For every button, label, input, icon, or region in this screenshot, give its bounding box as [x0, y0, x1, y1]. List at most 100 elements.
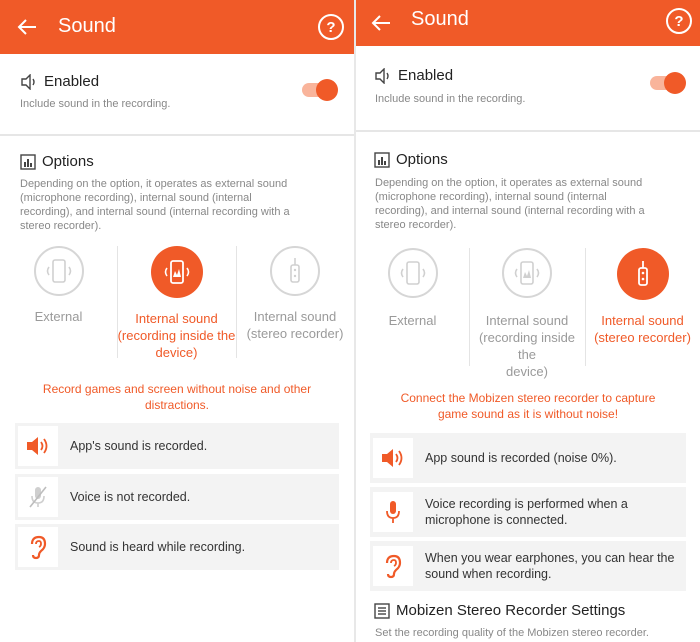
enabled-sub: Include sound in the recording.: [375, 93, 526, 105]
mode-label: Internal sound (recording inside the dev…: [117, 310, 236, 361]
promo-line: game sound as it is without noise!: [437, 407, 619, 421]
mic-icon-box: [373, 492, 413, 532]
right-screen: Sound ? Enabled Include sound in the rec…: [356, 0, 700, 642]
feature-text: Voice is not recorded.: [70, 489, 190, 505]
mode-label: Internal sound (recording inside the dev…: [469, 312, 585, 380]
stereo-recorder-icon: [270, 246, 320, 296]
mode-label-line: Internal sound: [485, 313, 569, 328]
feature-line: App's sound is recorded.: [70, 439, 208, 453]
promo-line: Connect the Mobizen stereo recorder to c…: [400, 391, 656, 405]
feature-line: App sound is recorded (noise 0%).: [425, 451, 617, 465]
mic-off-icon-box: [18, 477, 58, 517]
mode-external[interactable]: External: [356, 248, 469, 329]
feature-line: Sound is heard while recording.: [70, 540, 246, 554]
speaker-icon: [27, 437, 48, 455]
phone-sound-icon: [33, 246, 84, 296]
ear-icon-box: [18, 527, 58, 567]
options-icon: [374, 151, 390, 168]
mode-stereo-recorder[interactable]: Internal sound (stereo recorder): [585, 248, 700, 346]
feature-line: When you wear earphones, you can hear th…: [425, 551, 675, 565]
mode-selector: External Internal sound (recording insid…: [356, 248, 700, 379]
desc-line: (microphone recording), internal sound (…: [375, 191, 607, 203]
desc-line: recording), and internal sound (internal…: [20, 206, 290, 218]
feature-row-app-sound: App sound is recorded (noise 0%).: [370, 433, 686, 483]
feature-line: sound when recording.: [425, 567, 552, 581]
mode-label: Internal sound (stereo recorder): [236, 308, 354, 342]
enabled-toggle[interactable]: [302, 79, 338, 101]
mode-internal-device[interactable]: Internal sound (recording inside the dev…: [469, 248, 585, 380]
speaker-icon-box: [373, 438, 413, 478]
feature-text: Sound is heard while recording.: [70, 539, 245, 555]
stereo-settings-row[interactable]: Mobizen Stereo Recorder Settings: [374, 602, 625, 619]
promo-text: Connect the Mobizen stereo recorder to c…: [366, 390, 690, 422]
options-header: Options: [374, 151, 448, 168]
mic-off-icon: [29, 486, 47, 508]
options-description: Depending on the option, it operates as …: [375, 176, 645, 232]
feature-text: Voice recording is performed when a micr…: [425, 496, 628, 528]
ear-icon-box: [373, 546, 413, 586]
options-icon: [20, 153, 36, 170]
desc-line: recording), and internal sound (internal…: [375, 205, 645, 217]
mode-internal-device[interactable]: Internal sound (recording inside the dev…: [117, 246, 236, 361]
enabled-row: Enabled: [20, 73, 99, 90]
stereo-recorder-icon: [616, 248, 669, 300]
feature-row-hearing: When you wear earphones, you can hear th…: [370, 541, 686, 591]
mode-label: External: [356, 312, 469, 329]
back-button[interactable]: [364, 0, 398, 46]
help-button[interactable]: ?: [666, 8, 692, 34]
desc-line: stereo recorder).: [375, 219, 457, 231]
mode-label-line: External: [388, 313, 437, 328]
feature-line: microphone is connected.: [425, 513, 568, 527]
mode-label-line: device): [155, 345, 198, 360]
mode-label: External: [0, 308, 117, 325]
feature-row-voice: Voice recording is performed when a micr…: [370, 487, 686, 537]
feature-row-app-sound: App's sound is recorded.: [15, 423, 339, 469]
enabled-label: Enabled: [398, 67, 454, 84]
mode-label-line: Internal sound: [253, 309, 337, 324]
help-button[interactable]: ?: [318, 14, 344, 40]
desc-line: Depending on the option, it operates as …: [20, 178, 288, 190]
mode-label-line: External: [34, 309, 83, 324]
phone-sound-icon: [387, 248, 438, 298]
mode-stereo-recorder[interactable]: Internal sound (stereo recorder): [236, 246, 354, 342]
volume-icon: [375, 67, 389, 84]
app-bar: Sound ?: [356, 0, 700, 46]
back-arrow-icon: [371, 15, 390, 31]
options-description: Depending on the option, it operates as …: [20, 177, 290, 233]
desc-line: stereo recorder).: [20, 220, 102, 232]
promo-text: Record games and screen without noise an…: [14, 381, 340, 413]
mode-label-line: (stereo recorder): [594, 330, 691, 345]
back-arrow-icon: [17, 19, 36, 35]
toggle-knob: [316, 79, 338, 101]
back-button[interactable]: [10, 0, 44, 54]
desc-line: (microphone recording), internal sound (…: [20, 192, 252, 204]
feature-line: Voice recording is performed when a: [425, 497, 628, 511]
feature-line: Voice is not recorded.: [70, 490, 191, 504]
enabled-toggle[interactable]: [650, 72, 686, 94]
enabled-label: Enabled: [44, 73, 100, 90]
toggle-knob: [664, 72, 686, 94]
options-label: Options: [42, 153, 94, 170]
page-title: Sound: [411, 8, 469, 30]
stereo-settings-label: Mobizen Stereo Recorder Settings: [396, 602, 626, 619]
mode-label-line: (stereo recorder): [246, 326, 344, 341]
stereo-settings-sub: Set the recording quality of the Mobizen…: [375, 627, 649, 639]
phone-sound-icon: [502, 248, 552, 298]
mode-label-line: device): [506, 364, 548, 379]
ear-icon: [30, 535, 47, 560]
feature-text: When you wear earphones, you can hear th…: [425, 550, 674, 582]
mode-label-line: Internal sound: [601, 313, 684, 328]
feature-row-hearing: Sound is heard while recording.: [15, 524, 339, 570]
promo-line: Record games and screen without noise an…: [42, 382, 312, 396]
speaker-icon: [382, 449, 403, 467]
list-settings-icon: [374, 602, 390, 619]
help-icon: ?: [326, 18, 336, 36]
mode-label-line: Internal sound: [135, 311, 218, 326]
mode-external[interactable]: External: [0, 246, 117, 325]
mic-icon: [386, 501, 400, 523]
options-label: Options: [396, 151, 448, 168]
left-screen: Sound ? Enabled Include sound in the rec…: [0, 0, 354, 642]
divider: [356, 130, 700, 132]
app-bar: Sound ?: [0, 0, 354, 54]
feature-text: App sound is recorded (noise 0%).: [425, 450, 617, 466]
